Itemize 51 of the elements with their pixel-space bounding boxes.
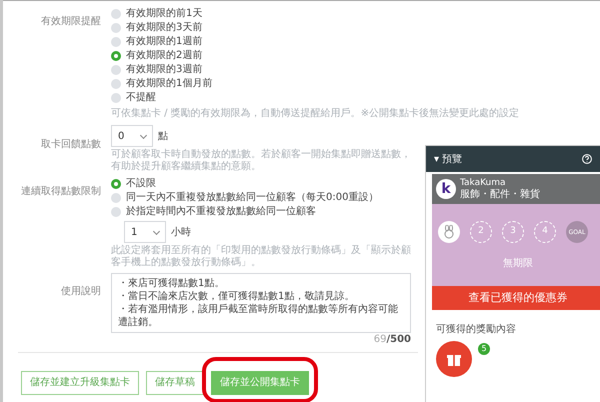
radio-button[interactable] [111, 65, 121, 75]
radio-label: 不設限 [126, 179, 156, 189]
field-label: 取卡回饋點數 [41, 139, 101, 150]
radio-button[interactable] [111, 93, 121, 103]
description-field[interactable]: ・來店可獲得點數1點。 ・當日不論來店次數，僅可獲得點數1點，敬請見諒。 ・若有濫用情形，該用戶截至當時所取得的點數等所有內容可能遭註銷。 [111, 273, 411, 333]
help-text: 此設定將套用至所有的「印製用的點數發放行動條碼」及「顯示於顧客手機上的點數發放行動條碼」。 [111, 245, 411, 269]
panel-title: ▾ 預覽 [434, 152, 462, 166]
stamp-slot: 3 [502, 221, 524, 243]
field-label: 使用說明 [61, 286, 101, 297]
shop-avatar: k [436, 179, 456, 199]
validity-text: 無期限 [503, 259, 533, 269]
radio-button[interactable] [111, 79, 121, 89]
radio-button[interactable] [111, 179, 121, 189]
description-line: ・當日不論來店次數，僅可獲得點數1點，敬請見諒。 [118, 290, 356, 303]
radio-label: 有效期限的1週前 [126, 37, 202, 47]
save-button[interactable]: 儲存並建立升級集點卡 [21, 370, 139, 394]
shop-category: 服飾・配件・雜貨 [460, 189, 540, 200]
radio-button[interactable] [111, 207, 121, 217]
stamp-slot: 2 [470, 221, 492, 243]
help-icon[interactable] [582, 154, 592, 164]
radio-label: 於指定時間內不重複發放點數給同一位顧客 [126, 207, 316, 217]
reward-badge: 5 [478, 343, 490, 355]
description-line: ・來店可獲得點數1點。 [118, 277, 226, 290]
unit-label: 小時 [171, 226, 191, 240]
radio-button[interactable] [111, 23, 121, 33]
radio-label: 不提醒 [126, 93, 156, 103]
field-label: 連續取得點數限制 [21, 186, 101, 197]
help-text: 可於顧客取卡時自動發放的點數。若於顧客一開始集點即贈送點數，有助於提升顧客繼續集點的意願。 [111, 149, 411, 173]
field-label: 有效期限提醒 [41, 16, 101, 27]
radio-label: 有效期限的前1天 [126, 9, 202, 19]
help-text: 可依集點卡 / 獎勵的有效期限為，自動傳送提醒給用戶。※公開集點卡後無法變更此處的設定 [111, 108, 520, 120]
dropdown[interactable]: 1 [124, 221, 166, 243]
radio-label: 有效期限的3天前 [126, 23, 202, 33]
coupon-button[interactable]: 查看已獲得的優惠券 [432, 286, 600, 310]
character-count: 69/500 [374, 334, 411, 345]
save-button[interactable]: 儲存草稿 [146, 370, 204, 394]
unit-label: 點 [158, 130, 168, 144]
radio-label: 有效期限的2週前 [126, 51, 202, 61]
radio-label: 有效期限的3週前 [126, 65, 202, 75]
shop-name: TakaKuma [460, 178, 507, 189]
description-line: ・若有濫用情形，該用戶截至當時所取得的點數等所有內容可能遭註銷。 [118, 303, 399, 329]
dropdown[interactable]: 0 [111, 125, 153, 147]
radio-button[interactable] [111, 51, 121, 61]
save-button[interactable]: 儲存並公開集點卡 [211, 370, 309, 394]
section-title: 可獲得的獎勵內容 [436, 322, 517, 337]
stamp-slot: 4 [534, 221, 556, 243]
radio-button[interactable] [111, 37, 121, 47]
radio-button[interactable] [111, 9, 121, 19]
radio-button[interactable] [111, 193, 121, 203]
radio-label: 同一天內不重複發放點數給同一位顧客（每天0:00重設） [126, 193, 378, 203]
radio-label: 有效期限的1個月前 [126, 79, 212, 89]
